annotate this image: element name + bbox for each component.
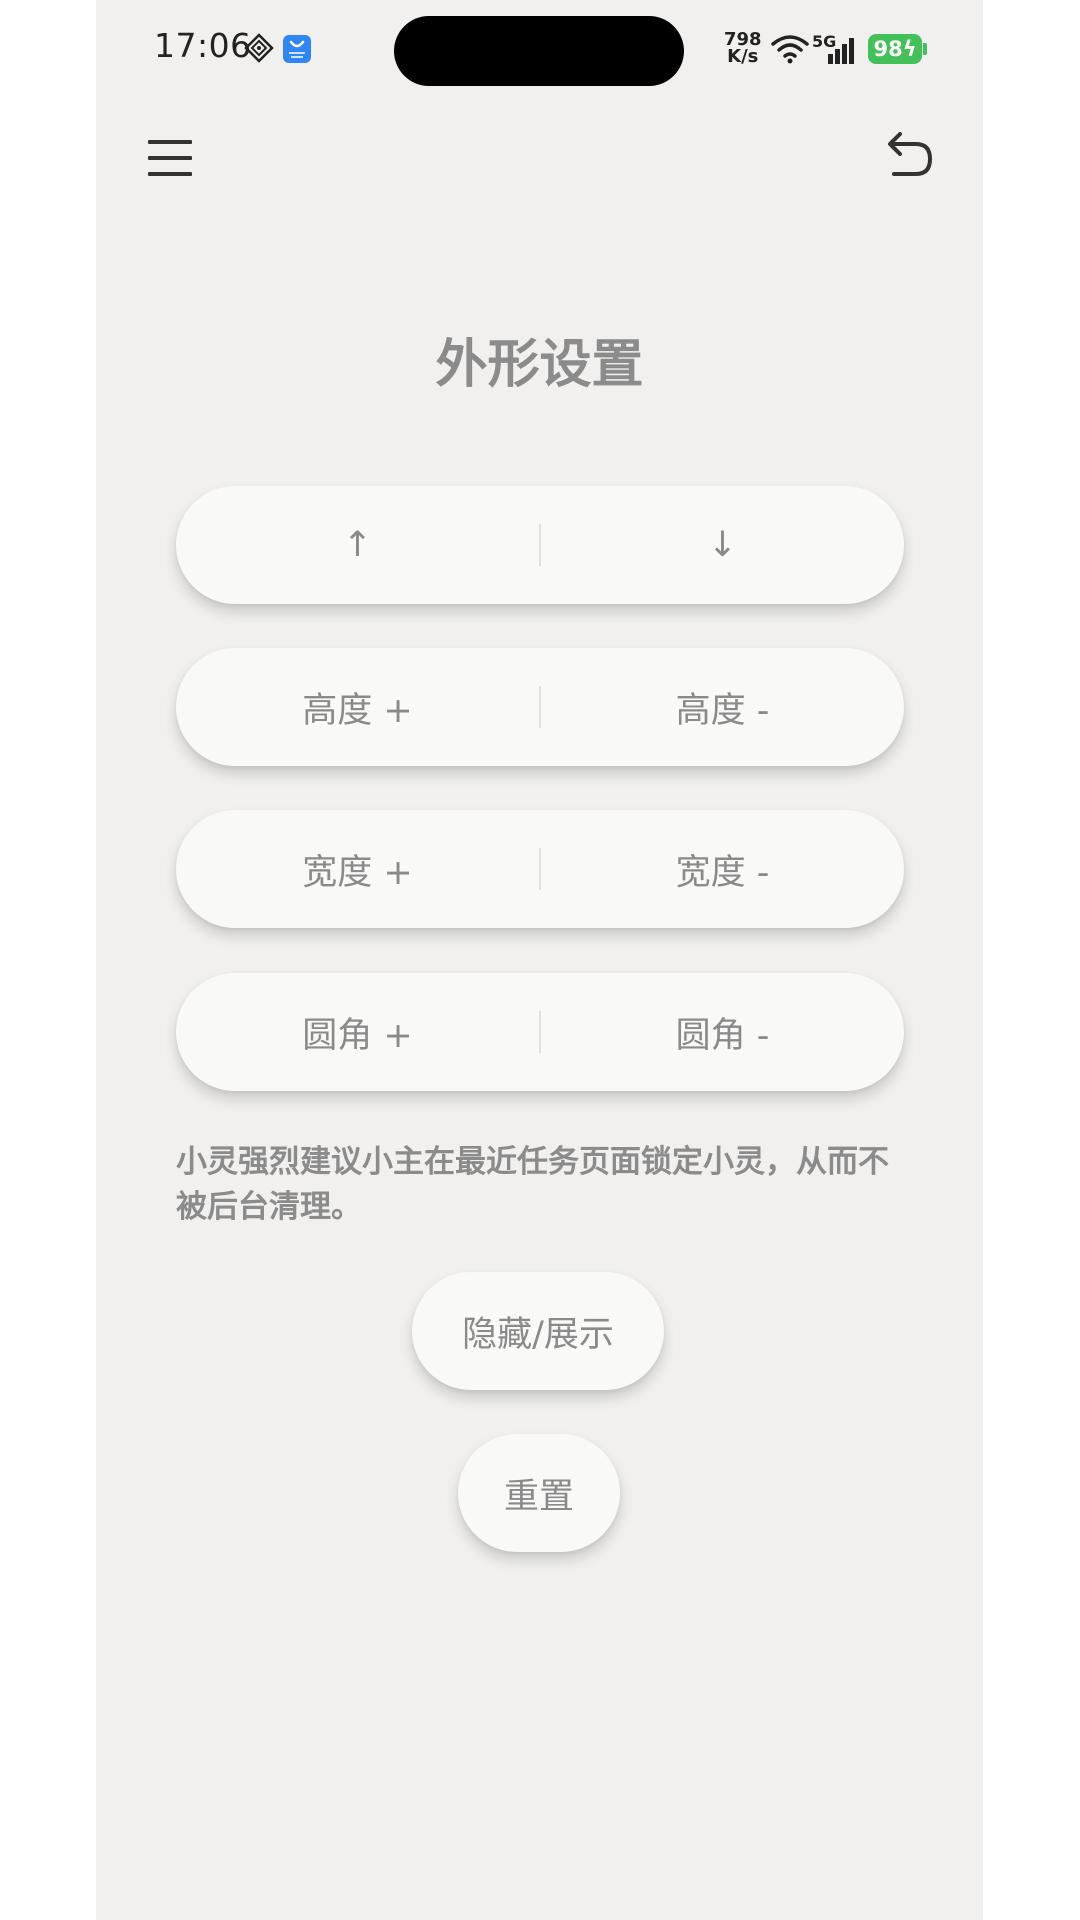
move-up-button[interactable]: ↑ <box>176 486 539 604</box>
app-screen: 17:06 798 K/s 5G 98ϟ 外形设置 ↑ ↓ 高度 + 高度 - … <box>96 0 983 1920</box>
height-control-row: 高度 + 高度 - <box>176 648 904 766</box>
signal-icon <box>828 38 854 64</box>
radius-minus-button[interactable]: 圆角 - <box>541 973 904 1091</box>
nfc-diamond-icon <box>244 33 274 63</box>
width-minus-button[interactable]: 宽度 - <box>541 810 904 928</box>
radius-plus-button[interactable]: 圆角 + <box>176 973 539 1091</box>
width-control-row: 宽度 + 宽度 - <box>176 810 904 928</box>
height-minus-button[interactable]: 高度 - <box>541 648 904 766</box>
app-market-icon <box>283 35 311 63</box>
position-control-row: ↑ ↓ <box>176 486 904 604</box>
status-time: 17:06 <box>154 26 252 65</box>
undo-back-icon[interactable] <box>886 130 934 180</box>
menu-icon[interactable] <box>146 136 196 180</box>
speed-unit: K/s <box>727 46 759 67</box>
move-down-button[interactable]: ↓ <box>541 486 904 604</box>
height-plus-button[interactable]: 高度 + <box>176 648 539 766</box>
toggle-visibility-button[interactable]: 隐藏/展示 <box>412 1272 664 1390</box>
battery-indicator: 98ϟ <box>868 34 922 64</box>
charging-bolt-icon: ϟ <box>902 37 917 61</box>
width-plus-button[interactable]: 宽度 + <box>176 810 539 928</box>
wifi-icon <box>771 35 809 64</box>
battery-level: 98 <box>873 37 903 61</box>
battery-nub <box>923 43 927 55</box>
camera-island <box>394 16 684 86</box>
reset-button[interactable]: 重置 <box>458 1434 620 1552</box>
network-speed: 798 K/s <box>724 31 762 67</box>
radius-control-row: 圆角 + 圆角 - <box>176 973 904 1091</box>
lock-hint-text: 小灵强烈建议小主在最近任务页面锁定小灵，从而不被后台清理。 <box>176 1144 889 1225</box>
page-title: 外形设置 <box>435 335 644 395</box>
